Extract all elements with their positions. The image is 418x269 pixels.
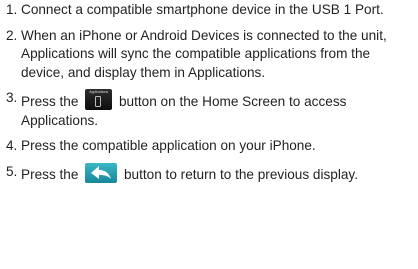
step-text: When an iPhone or Android Devices is con… (21, 27, 387, 80)
step-2: 2. When an iPhone or Android Devices is … (6, 27, 412, 83)
applications-button-icon: Applications (85, 89, 113, 110)
step-number: 1. (6, 2, 18, 17)
step-number: 5. (6, 163, 18, 179)
step-number: 2. (6, 27, 18, 43)
step-3: 3. Press the Applications button on the … (6, 89, 412, 130)
step-number: 4. (6, 138, 18, 153)
step-text-after: button to return to the previous display… (123, 166, 358, 182)
step-text: Press the compatible application on your… (21, 138, 316, 153)
step-5: 5. Press the button to return to the pre… (6, 162, 412, 185)
step-number: 3. (6, 90, 18, 105)
step-4: 4. Press the compatible application on y… (6, 137, 412, 156)
back-button-icon (85, 162, 118, 183)
back-arrow-icon (91, 165, 112, 179)
step-text-before: Press the (21, 94, 79, 109)
applications-icon-label: Applications (89, 90, 109, 94)
step-text: Connect a compatible smartphone device i… (21, 2, 384, 17)
step-text-before: Press the (21, 166, 79, 182)
instruction-steps: 1. Connect a compatible smartphone devic… (0, 1, 412, 184)
step-1: 1. Connect a compatible smartphone devic… (6, 1, 412, 20)
phone-icon (95, 96, 102, 107)
